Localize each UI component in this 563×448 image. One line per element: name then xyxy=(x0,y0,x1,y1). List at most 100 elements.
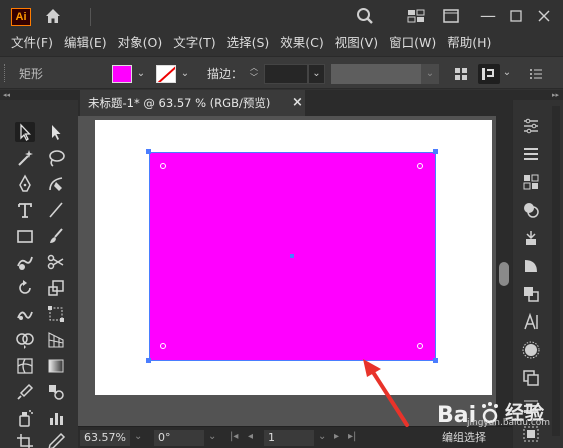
pen-tool-icon[interactable] xyxy=(15,174,35,194)
scale-tool-icon[interactable] xyxy=(46,278,66,298)
workspace-switcher-icon[interactable] xyxy=(441,6,461,26)
transform-dropdown-arrow[interactable]: ⌄ xyxy=(500,66,514,80)
stroke-weight-input[interactable] xyxy=(264,64,308,84)
lasso-tool-icon[interactable] xyxy=(46,148,66,168)
symbols-icon[interactable] xyxy=(521,228,541,248)
bounding-handle-top-right[interactable] xyxy=(433,149,438,154)
graphic-styles-icon[interactable] xyxy=(521,256,541,276)
stroke-color-swatch[interactable] xyxy=(156,65,176,83)
swatches-icon[interactable] xyxy=(521,172,541,192)
rotation-field[interactable]: 0° xyxy=(154,430,204,446)
minimize-button[interactable]: — xyxy=(478,6,498,26)
control-bar: 矩形 ⌄ ⌄ 描边： ︿ ﹀ ⌄ ⌄ ⌄ xyxy=(0,56,563,89)
dock-scrollbar[interactable] xyxy=(552,106,560,436)
character-icon[interactable] xyxy=(521,312,541,332)
corner-widget-bottom-left[interactable] xyxy=(160,343,166,349)
toolbar-collapse-bar[interactable]: ◂◂ xyxy=(0,90,78,100)
menu-effect[interactable]: 效果(C) xyxy=(276,32,327,54)
zoom-field[interactable]: 63.57% xyxy=(80,430,130,446)
type-tool-icon[interactable] xyxy=(15,200,35,220)
magic-wand-tool-icon[interactable] xyxy=(15,148,35,168)
title-separator xyxy=(90,8,91,26)
column-graph-tool-icon[interactable] xyxy=(46,408,66,428)
symbol-sprayer-tool-icon[interactable] xyxy=(15,408,35,428)
corner-widget-top-left[interactable] xyxy=(160,163,166,169)
fill-color-swatch[interactable] xyxy=(112,65,132,83)
menu-select[interactable]: 选择(S) xyxy=(223,32,274,54)
stroke-weight-dropdown[interactable]: ⌄ xyxy=(308,64,325,84)
menu-window[interactable]: 窗口(W) xyxy=(385,32,440,54)
transparency-icon[interactable] xyxy=(521,368,541,388)
menu-file[interactable]: 文件(F) xyxy=(7,32,57,54)
stroke-dropdown-arrow[interactable]: ⌄ xyxy=(178,67,192,81)
gradient-tool-icon[interactable] xyxy=(46,356,66,376)
artboard-tool-icon[interactable] xyxy=(15,432,35,448)
shaper-tool-icon[interactable] xyxy=(15,252,35,272)
layers-icon[interactable] xyxy=(521,144,541,164)
warp-tool-icon[interactable] xyxy=(15,304,35,324)
maximize-button[interactable] xyxy=(506,6,526,26)
tools-panel xyxy=(0,100,78,448)
first-artboard-button[interactable]: |◂ xyxy=(230,431,238,442)
eyedropper-tool-icon[interactable] xyxy=(15,382,35,402)
perspective-grid-tool-icon[interactable] xyxy=(46,330,66,350)
curvature-tool-icon[interactable] xyxy=(46,174,66,194)
blend-tool-icon[interactable] xyxy=(46,382,66,402)
paintbrush-tool-icon[interactable] xyxy=(46,226,66,246)
rotation-dropdown-arrow[interactable]: ⌄ xyxy=(208,431,216,442)
stroke-label[interactable]: 描边： xyxy=(207,65,243,82)
previous-artboard-button[interactable]: ◂ xyxy=(248,431,253,442)
right-panel-dock xyxy=(512,100,563,448)
align-grid-icon[interactable] xyxy=(453,66,469,82)
panel-menu-icon[interactable] xyxy=(528,66,544,82)
scissors-tool-icon[interactable] xyxy=(46,252,66,272)
canvas-area[interactable] xyxy=(78,116,496,426)
color-guide-icon[interactable] xyxy=(521,340,541,360)
close-tab-button[interactable]: × xyxy=(292,90,303,116)
transform-icon[interactable] xyxy=(478,64,500,84)
shape-builder-tool-icon[interactable] xyxy=(15,330,35,350)
last-artboard-button[interactable]: ▸| xyxy=(348,431,356,442)
artboard-dropdown-arrow[interactable]: ⌄ xyxy=(318,431,326,442)
search-icon[interactable] xyxy=(355,6,375,26)
graphic-style-box[interactable] xyxy=(331,64,421,84)
artboard-number-field[interactable]: 1 xyxy=(264,430,314,446)
rotate-tool-icon[interactable] xyxy=(15,278,35,298)
bounding-handle-bottom-left[interactable] xyxy=(146,358,151,363)
control-bar-grip[interactable] xyxy=(4,64,9,82)
vertical-scroll-thumb[interactable] xyxy=(499,262,509,286)
vertical-scrollbar[interactable] xyxy=(496,116,512,426)
properties-icon[interactable] xyxy=(521,116,541,136)
direct-selection-tool-icon[interactable] xyxy=(46,122,66,142)
line-segment-tool-icon[interactable] xyxy=(46,200,66,220)
free-transform-tool-icon[interactable] xyxy=(46,304,66,324)
menu-edit[interactable]: 编辑(E) xyxy=(60,32,111,54)
menu-help[interactable]: 帮助(H) xyxy=(443,32,495,54)
graphic-style-dropdown[interactable]: ⌄ xyxy=(421,64,439,84)
bounding-handle-top-left[interactable] xyxy=(146,149,151,154)
selection-tool-icon[interactable] xyxy=(15,122,35,142)
arrange-documents-icon[interactable] xyxy=(406,6,426,26)
corner-widget-top-right[interactable] xyxy=(417,163,423,169)
zoom-dropdown-arrow[interactable]: ⌄ xyxy=(134,431,142,442)
document-tab[interactable]: 未标题-1* @ 63.57 % (RGB/预览) × xyxy=(80,90,305,116)
menu-bar: 文件(F) 编辑(E) 对象(O) 文字(T) 选择(S) 效果(C) 视图(V… xyxy=(0,32,563,54)
menu-view[interactable]: 视图(V) xyxy=(331,32,382,54)
pathfinder-icon[interactable] xyxy=(521,284,541,304)
title-bar: Ai — xyxy=(0,0,563,32)
close-window-button[interactable] xyxy=(534,6,554,26)
slice-tool-icon[interactable] xyxy=(46,432,66,448)
fill-dropdown-arrow[interactable]: ⌄ xyxy=(134,67,148,81)
bounding-handle-bottom-right[interactable] xyxy=(433,358,438,363)
next-artboard-button[interactable]: ▸ xyxy=(334,431,339,442)
panels-collapse-bar[interactable]: ▸▸ xyxy=(512,90,563,100)
menu-object[interactable]: 对象(O) xyxy=(114,32,167,54)
rectangle-tool-icon[interactable] xyxy=(15,226,35,246)
home-icon[interactable] xyxy=(43,6,63,26)
stroke-weight-stepper[interactable]: ︿ ﹀ xyxy=(247,63,261,85)
corner-widget-bottom-right[interactable] xyxy=(417,343,423,349)
menu-type[interactable]: 文字(T) xyxy=(169,32,219,54)
watermark-domain: jingyan.baidu.com xyxy=(467,418,551,428)
mesh-tool-icon[interactable] xyxy=(15,356,35,376)
appearance-icon[interactable] xyxy=(521,200,541,220)
